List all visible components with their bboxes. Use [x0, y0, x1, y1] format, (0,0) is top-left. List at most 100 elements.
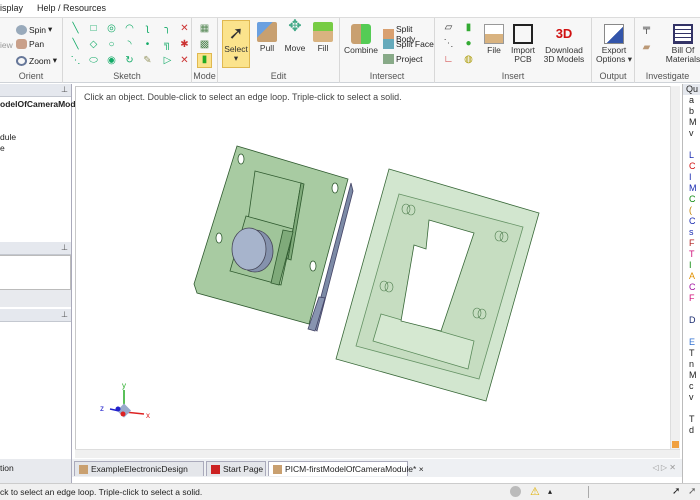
tab-close-icon[interactable]: ×	[419, 464, 424, 474]
insert-file-icon	[484, 24, 504, 44]
sphere-icon[interactable]: ●	[463, 38, 474, 49]
split-curve-icon[interactable]: ✱	[179, 39, 190, 50]
horizontal-scrollbar[interactable]	[75, 449, 680, 458]
bend-tool-icon[interactable]: ✕	[179, 55, 190, 66]
warning-dropdown-icon[interactable]: ▴	[548, 487, 552, 496]
group-label-sketch: Sketch	[113, 71, 141, 81]
tree-root[interactable]: odelOfCameraModul	[0, 99, 83, 109]
pull-button[interactable]: Pull	[254, 22, 280, 53]
quick-help-line: C	[689, 194, 696, 204]
combine-icon	[351, 24, 371, 44]
construction-line-icon[interactable]: ⋱	[70, 55, 81, 66]
spin-button[interactable]: Spin ▾	[16, 24, 52, 35]
axis-icon[interactable]: ⋱	[443, 38, 454, 49]
offset-tool-icon[interactable]: ╗	[162, 39, 173, 50]
select-button[interactable]: ➚ Select ▾	[222, 20, 250, 68]
tree-item[interactable]: e	[0, 143, 5, 153]
menu-help[interactable]: Help / Resources	[37, 3, 106, 13]
mount-hole	[309, 260, 317, 272]
tab-scroll-icon[interactable]: ◁ ▷ ✕	[653, 463, 676, 472]
fill-button[interactable]: Fill	[310, 22, 336, 53]
pan-icon	[16, 39, 27, 49]
split-face-button[interactable]: Split Face	[383, 39, 434, 49]
3d-mode-icon[interactable]: ▮	[197, 53, 212, 68]
tab-example-electronic-design[interactable]: ExampleElectronicDesign	[74, 461, 204, 476]
bill-of-materials-button[interactable]: Bill Of Materials	[663, 24, 700, 64]
import-pcb-button[interactable]: Import PCB	[509, 24, 537, 64]
arc-tool-icon[interactable]: ◠	[124, 23, 135, 34]
quick-help-line: M	[689, 183, 697, 193]
pin-icon[interactable]: ⊥	[61, 85, 68, 94]
quick-help-line: F	[689, 293, 695, 303]
stop-icon[interactable]	[510, 486, 521, 497]
combine-button[interactable]: Combine	[343, 24, 379, 55]
move-button[interactable]: ✥ Move	[282, 18, 308, 53]
sketch-mode-icon[interactable]: ▦	[199, 23, 210, 34]
download-3d-models-button[interactable]: 3D Download 3D Models	[539, 24, 589, 64]
shell-icon[interactable]: ◍	[463, 54, 474, 65]
quick-help-text: a b Mv L C I M C(Cs F T I A C F D E Tn Mc v Td	[683, 95, 700, 436]
file-button[interactable]: File	[481, 24, 507, 55]
polygon-tool-icon[interactable]: ◇	[88, 39, 99, 50]
arc-3pt-icon[interactable]: ◝	[124, 39, 135, 50]
sweep-arc-icon[interactable]: ↻	[124, 55, 135, 66]
measure-icon[interactable]: ╤	[641, 23, 652, 34]
layers-panel-header: ⊥	[0, 242, 71, 255]
spline-tool-icon[interactable]: ʅ	[142, 23, 153, 34]
move-icon: ✥	[288, 18, 302, 35]
pan-button[interactable]: Pan	[16, 39, 44, 49]
fillet-tool-icon[interactable]: ╮	[162, 23, 173, 34]
quick-help-line: F	[689, 238, 695, 248]
panel-bottom-tab[interactable]: tion	[0, 459, 71, 483]
tab-label: PICM-firstModelOfCameraModule*	[285, 464, 417, 474]
tangent-line-icon[interactable]: ╲	[70, 39, 81, 50]
circle-tool-icon[interactable]: ◎	[106, 23, 117, 34]
combine-label: Combine	[343, 45, 379, 55]
trim-tool-icon[interactable]: ✕	[179, 23, 190, 34]
fill-label: Fill	[317, 43, 329, 53]
quick-help-line: c	[689, 381, 694, 391]
pin-icon[interactable]: ⊥	[61, 243, 68, 252]
ellipse-tool-icon[interactable]: ⬭	[88, 55, 99, 66]
view-button[interactable]: iew	[0, 40, 13, 50]
origin-icon[interactable]: ∟	[443, 54, 454, 65]
section-mode-icon[interactable]: ▩	[199, 39, 210, 50]
circle-3pt-icon[interactable]: ○	[106, 39, 117, 50]
quick-help-line	[686, 139, 700, 150]
tab-start-page[interactable]: Start Page	[206, 461, 266, 476]
quick-help-line: I	[689, 260, 692, 270]
plane-icon[interactable]: ▱	[443, 22, 454, 33]
project-button[interactable]: Project	[383, 54, 422, 64]
quick-help-line	[686, 403, 700, 414]
vertical-scrollbar[interactable]	[670, 86, 680, 450]
warning-icon[interactable]: ⚠	[530, 485, 540, 498]
circle-tangent-icon[interactable]: ◉	[106, 55, 117, 66]
rectangle-tool-icon[interactable]: □	[88, 23, 99, 34]
select-mode-icon[interactable]: ➚	[672, 486, 680, 497]
line-tool-icon[interactable]: ╲	[70, 23, 81, 34]
tab-picm-camera-module[interactable]: PICM-firstModelOfCameraModule* ×	[268, 461, 424, 476]
quick-help-line: C	[689, 282, 696, 292]
3d-viewport[interactable]: Click an object. Double-click to select …	[75, 86, 680, 450]
sketch-pencil-icon[interactable]: ✎	[142, 55, 153, 66]
model-canvas[interactable]: y z x	[76, 87, 681, 451]
cylinder-icon[interactable]: ▮	[463, 22, 474, 33]
status-bar: ck to select an edge loop. Triple-click …	[0, 483, 700, 500]
zoom-button[interactable]: Zoom ▾	[16, 55, 57, 66]
pin-icon[interactable]: ⊥	[61, 310, 68, 319]
quick-help-line: v	[689, 392, 694, 402]
quick-help-header: Qu	[683, 84, 700, 95]
quick-help-line: T	[689, 414, 695, 424]
project-icon	[383, 54, 394, 64]
quick-help-line: d	[689, 425, 695, 435]
point-tool-icon[interactable]: •	[142, 39, 153, 50]
project-curve-icon[interactable]: ▷	[162, 55, 173, 66]
quick-help-line: T	[689, 249, 695, 259]
export-options-button[interactable]: Export Options ▾	[595, 24, 633, 64]
layers-panel-content	[0, 255, 71, 290]
mass-icon[interactable]: ▰	[641, 42, 652, 53]
mount-hole	[215, 232, 223, 244]
cursor-icon[interactable]: ➚	[688, 486, 696, 497]
menu-display[interactable]: isplay	[0, 3, 23, 13]
tree-item[interactable]: dule	[0, 132, 16, 142]
